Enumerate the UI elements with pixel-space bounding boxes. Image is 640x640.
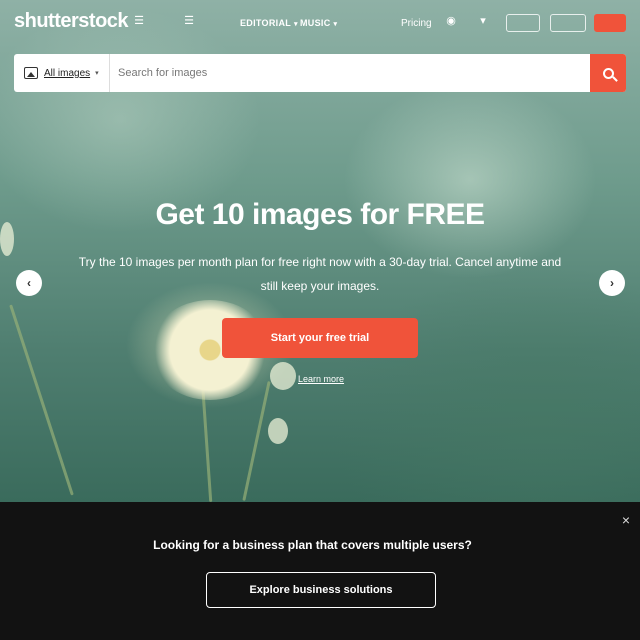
- chevron-down-icon: ▾: [95, 70, 99, 77]
- business-banner: × Looking for a business plan that cover…: [0, 502, 640, 640]
- signin-button[interactable]: [550, 14, 586, 32]
- image-type-select[interactable]: All images ▾: [14, 54, 110, 92]
- search-icon: [602, 67, 614, 79]
- search-bar: All images ▾: [14, 54, 626, 92]
- nav-music-label: MUSIC: [300, 18, 331, 28]
- image-icon: [24, 67, 38, 79]
- search-input[interactable]: [118, 62, 578, 84]
- business-heading: Looking for a business plan that covers …: [153, 538, 472, 552]
- menu-icon[interactable]: ☰: [178, 14, 200, 28]
- hero-heading: Get 10 images for FREE: [155, 198, 485, 231]
- search-button[interactable]: [590, 54, 626, 92]
- chevron-down-icon: ▾: [333, 21, 338, 28]
- flower-stem: [242, 381, 271, 501]
- menu-icon[interactable]: ☰: [128, 14, 150, 28]
- signup-button[interactable]: [594, 14, 626, 32]
- flower-bud: [268, 418, 288, 444]
- pricing-link[interactable]: Pricing: [401, 18, 432, 29]
- nav-editorial-label: EDITORIAL: [240, 18, 292, 28]
- carousel-prev-button[interactable]: ‹: [16, 270, 42, 296]
- top-navigation: shutterstock ☰ ☰ EDITORIAL ▾ MUSIC ▾ Prici…: [0, 0, 640, 48]
- start-free-trial-button[interactable]: Start your free trial: [222, 318, 418, 358]
- explore-business-button[interactable]: Explore business solutions: [206, 572, 436, 608]
- chevron-down-icon: ▾: [294, 21, 298, 28]
- nav-music-button[interactable]: MUSIC ▾: [300, 18, 337, 28]
- cart-icon[interactable]: ▾: [472, 14, 494, 28]
- logo[interactable]: shutterstock: [14, 10, 129, 33]
- language-icon[interactable]: ◉: [440, 14, 462, 28]
- hero-subtitle: Try the 10 images per month plan for fre…: [78, 255, 562, 293]
- flower-bud: [270, 362, 296, 390]
- account-button[interactable]: [506, 14, 540, 32]
- carousel-next-button[interactable]: ›: [599, 270, 625, 296]
- close-icon[interactable]: ×: [622, 512, 630, 528]
- learn-more-link[interactable]: Learn more: [298, 374, 344, 384]
- image-type-label: All images: [44, 67, 91, 79]
- nav-editorial-button[interactable]: EDITORIAL ▾: [240, 18, 298, 28]
- flower-stem: [9, 304, 74, 496]
